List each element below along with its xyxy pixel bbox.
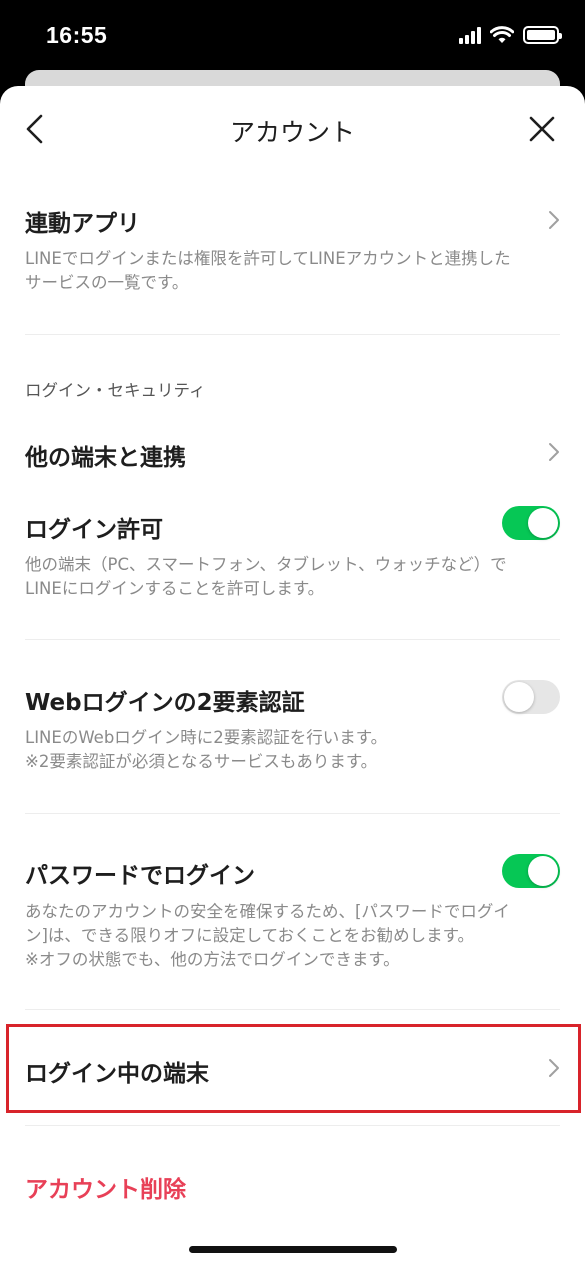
login-permission-description-line1: 他の端末（PC、スマートフォン、タブレット、ウォッチなど）で — [25, 555, 507, 574]
status-bar: 16:55 — [0, 0, 585, 70]
divider — [25, 334, 560, 335]
wifi-icon — [490, 26, 514, 43]
password-login-description-line1: あなたのアカウントの安全を確保するため、[パスワードでログイ — [25, 902, 510, 921]
nav-bar: アカウント — [0, 86, 585, 170]
linked-apps-description-line1: LINEでログインまたは権限を許可してLINEアカウントと連携した — [25, 249, 511, 268]
battery-icon — [523, 26, 562, 44]
web-2fa-description-line2: ※2要素認証が必須となるサービスもあります。 — [25, 752, 378, 771]
highlight-annotation-box — [6, 1024, 581, 1113]
account-sheet: アカウント 連動アプリ LINEでログインまたは権限を許可してLINEアカウント… — [0, 86, 585, 1266]
divider — [25, 813, 560, 814]
web-2fa-title: Webログインの2要素認証 — [25, 690, 305, 716]
divider — [25, 639, 560, 640]
login-permission-description-line2: LINEにログインすることを許可します。 — [25, 579, 325, 598]
status-icons — [459, 26, 562, 44]
login-permission-toggle[interactable] — [502, 506, 560, 540]
page-title: アカウント — [229, 118, 355, 147]
web-2fa-toggle[interactable] — [502, 680, 560, 714]
password-login-description-line3: ※オフの状態でも、他の方法でログインできます。 — [25, 950, 400, 969]
linked-apps-description-line2: サービスの一覧です。 — [25, 273, 189, 292]
cellular-signal-icon — [459, 26, 481, 44]
login-permission-title: ログイン許可 — [25, 517, 163, 543]
web-2fa-description-line1: LINEのWebログイン時に2要素認証を行います。 — [25, 728, 388, 747]
status-time: 16:55 — [46, 22, 108, 48]
chevron-right-icon — [549, 443, 559, 461]
delete-account-button[interactable]: アカウント削除 — [25, 1170, 186, 1204]
password-login-description-line2: ン]は、できる限りオフに設定しておくことをお勧めします。 — [25, 926, 474, 945]
password-login-title: パスワードでログイン — [25, 863, 255, 889]
close-icon[interactable] — [527, 114, 557, 144]
home-indicator — [189, 1246, 397, 1253]
chevron-right-icon — [549, 211, 559, 229]
section-header-login-security: ログイン・セキュリティ — [25, 381, 206, 400]
divider — [25, 1009, 560, 1010]
other-devices-title: 他の端末と連携 — [25, 445, 186, 471]
linked-apps-title: 連動アプリ — [25, 211, 140, 237]
password-login-toggle[interactable] — [502, 854, 560, 888]
divider — [25, 1125, 560, 1126]
